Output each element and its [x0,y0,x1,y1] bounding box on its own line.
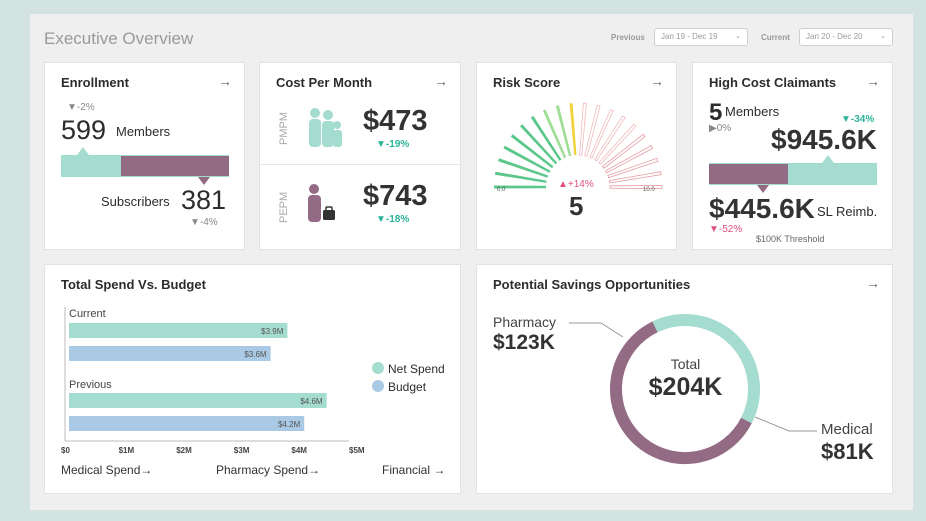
legend-net-swatch [372,362,384,374]
spend-budget-card: Total Spend Vs. Budget Current Previous … [44,264,461,494]
total-label: Total [670,356,701,372]
risk-change: ▲+14% [558,179,594,190]
reimb-bar-fill [709,164,788,184]
cost-per-month-card[interactable]: Cost Per Month → PMPM $473 ▼-19% PEPM $7… [259,62,462,250]
subscribers-label: Subscribers [101,194,170,209]
page-title: Executive Overview [44,29,194,48]
arrow-right-icon[interactable]: → [866,73,880,89]
gauge-tick [608,171,662,184]
employee-icon [308,184,335,222]
category-label-previous: Previous [69,379,112,391]
medical-leader-line [754,416,817,432]
claimant-amount: $945.6K [771,124,877,155]
pepm-label: PEPM [278,191,290,223]
amount-pointer [822,155,834,163]
previous-range-select[interactable]: Jan 19 - Dec 19 ⌄ [654,28,748,46]
reimb-pointer [757,185,769,193]
gauge-max-label: 10.0 [643,187,655,193]
previous-range-value: Jan 19 - Dec 19 [661,32,718,41]
pmpm-change: ▼-19% [376,139,410,150]
x-tick-label: $0 [61,446,70,455]
chevron-down-icon: ⌄ [735,33,741,40]
enrollment-bar [61,147,229,185]
subscribers-pointer [198,177,210,185]
x-tick-label: $1M [119,446,135,455]
pharmacy-label: Pharmacy [493,314,557,330]
members-change: ▼-2% [67,102,95,113]
subscribers-bar-fill [121,156,229,176]
bar-data-label: $4.2M [278,420,301,429]
total-value: $204K [648,373,723,401]
pharmacy-leader-line [569,322,624,338]
members-pointer [77,147,89,155]
divider [260,164,462,165]
arrow-right-icon[interactable]: → [218,73,232,89]
financial-link[interactable]: Financial → [382,463,445,477]
reimb-label: SL Reimb. [817,204,878,219]
reimb-change: ▼-52% [709,224,743,235]
risk-score-title: Risk Score [493,75,561,90]
high-cost-card[interactable]: High Cost Claimants → 5 Members ▶0% ▼-34… [692,62,893,250]
arrow-right-icon[interactable]: → [434,73,448,89]
x-tick-label: $4M [291,446,307,455]
bar-data-label: $3.6M [244,350,267,359]
high-cost-title: High Cost Claimants [709,75,837,90]
current-range-label: Current [761,33,790,42]
claimant-bar [709,155,877,193]
arrow-right-icon[interactable]: → [650,73,664,89]
gauge-tick [555,105,572,157]
bar [69,416,305,431]
cost-per-month-title: Cost Per Month [276,75,373,90]
medical-label: Medical [821,421,873,438]
pmpm-value: $473 [363,105,428,137]
claimant-members-label: Members [725,104,780,119]
gauge-tick [569,103,577,156]
bar-data-label: $4.6M [300,397,323,406]
pepm-change: ▼-18% [376,214,410,225]
category-label-current: Current [69,308,106,320]
pharmacy-spend-link[interactable]: Pharmacy Spend→ [216,463,320,477]
risk-value: 5 [569,191,584,221]
legend-net-label: Net Spend [388,362,445,376]
x-tick-label: $2M [176,446,192,455]
subscribers-count: 381 [181,185,227,215]
members-count: 599 [61,115,107,145]
legend-budget-swatch [372,380,384,392]
bar-data-label: $3.9M [261,327,284,336]
family-icon [309,108,342,147]
enrollment-card[interactable]: Enrollment → ▼-2% 599 Members Subscriber… [44,62,245,250]
bar [69,346,271,361]
pmpm-label: PMPM [278,112,290,145]
chevron-down-icon: ⌄ [880,33,886,40]
members-label: Members [116,124,171,139]
gauge-min-label: 0.0 [497,187,506,193]
legend-budget-label: Budget [388,380,427,394]
gauge-tick [584,104,601,157]
x-tick-label: $3M [234,446,250,455]
current-range-select[interactable]: Jan 20 - Dec 20 ⌄ [799,28,893,46]
savings-card[interactable]: Potential Savings Opportunities → Pharma… [476,264,893,494]
bar [69,323,288,338]
current-range-value: Jan 20 - Dec 20 [806,32,863,41]
pepm-value: $743 [363,180,428,212]
pharmacy-value: $123K [493,331,555,354]
spend-budget-title: Total Spend Vs. Budget [61,277,206,292]
subscribers-change: ▼-4% [190,217,218,228]
claimant-change: ▶0% [709,123,732,134]
enrollment-title: Enrollment [61,75,129,90]
gauge-tick [605,145,654,174]
risk-score-card[interactable]: Risk Score → 0.0 10.0 ▲+14% 5 [476,62,677,250]
risk-gauge [494,102,663,189]
medical-spend-link[interactable]: Medical Spend→ [61,463,152,477]
spend-chart: Current Previous $3.9M $3.6M $4.6M $4.2M $0 $… [61,307,365,455]
medical-value: $81K [821,439,874,464]
bar [69,393,327,408]
gauge-tick [579,102,587,156]
previous-range-label: Previous [611,33,645,42]
x-tick-label: $5M [349,446,365,455]
threshold-label: $100K Threshold [756,234,825,244]
reimb-amount: $445.6K [709,193,815,224]
